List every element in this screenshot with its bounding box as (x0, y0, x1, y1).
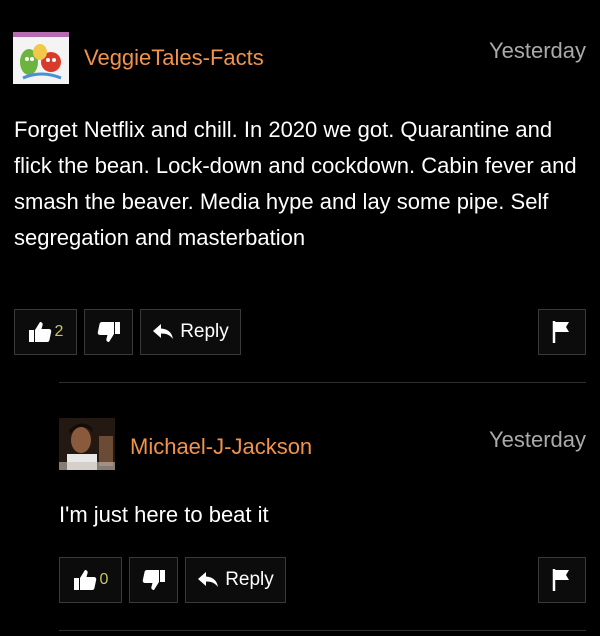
comment-divider (59, 630, 586, 631)
dislike-button[interactable] (129, 557, 178, 603)
reply-arrow-icon (197, 571, 219, 589)
comment-text: Forget Netflix and chill. In 2020 we got… (14, 117, 577, 250)
reply-label: Reply (180, 321, 229, 342)
like-count: 2 (54, 323, 64, 340)
reply-button[interactable]: Reply (185, 557, 286, 603)
like-button[interactable]: 0 (59, 557, 122, 603)
comment-text: I'm just here to beat it (59, 502, 269, 527)
like-count: 0 (99, 571, 109, 588)
thumbs-down-icon (97, 321, 121, 343)
reply-button[interactable]: Reply (140, 309, 241, 355)
flag-button[interactable] (538, 309, 586, 355)
thumbs-up-icon (28, 321, 52, 343)
dislike-button[interactable] (84, 309, 133, 355)
thumbs-up-icon (73, 569, 97, 591)
reply-arrow-icon (152, 323, 174, 341)
flag-icon (552, 320, 572, 344)
username[interactable]: VeggieTales-Facts (84, 45, 264, 71)
like-button[interactable]: 2 (14, 309, 77, 355)
username[interactable]: Michael-J-Jackson (130, 434, 312, 460)
timestamp: Yesterday (488, 38, 586, 63)
avatar[interactable] (13, 32, 69, 84)
comment: VeggieTales-Facts Yesterday Forget Netfl… (0, 0, 600, 380)
thumbs-down-icon (142, 569, 166, 591)
avatar[interactable] (59, 418, 115, 470)
flag-button[interactable] (538, 557, 586, 603)
timestamp: Yesterday (488, 427, 586, 452)
flag-icon (552, 568, 572, 592)
reply-label: Reply (225, 569, 274, 590)
